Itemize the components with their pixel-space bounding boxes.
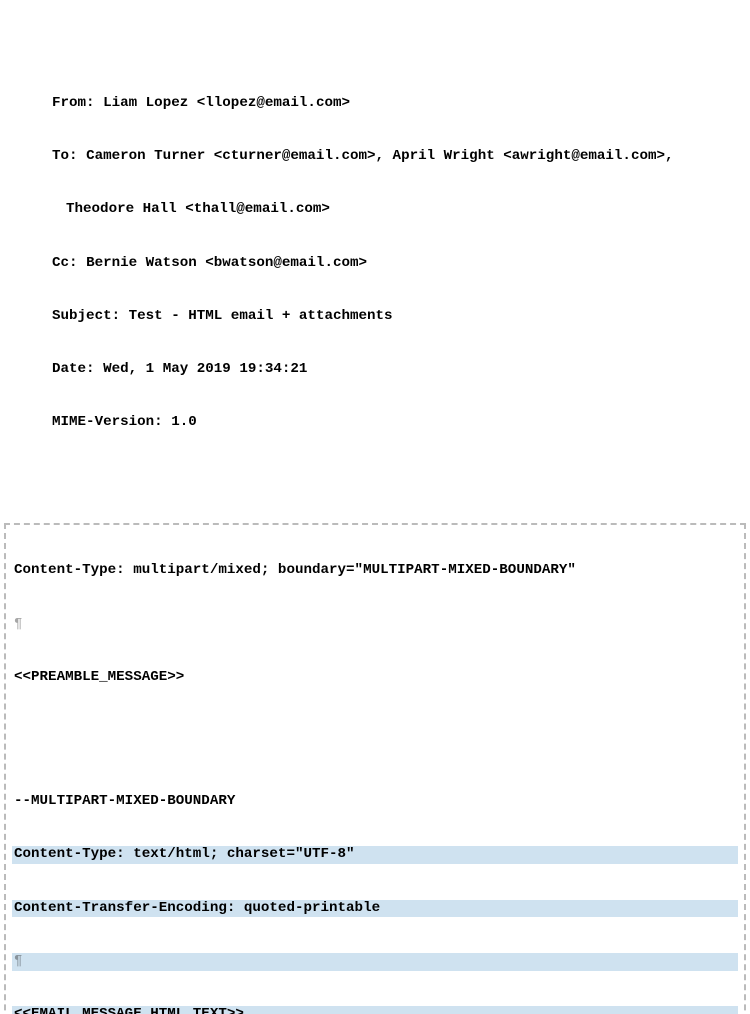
- header-subject: Subject: Test - HTML email + attachments: [28, 308, 738, 326]
- boundary-marker: --MULTIPART-MIXED-BOUNDARY: [12, 793, 738, 811]
- header-mime-version: MIME-Version: 1.0: [28, 414, 738, 432]
- blank-line: [12, 722, 738, 740]
- pilcrow-marker: ¶: [12, 953, 738, 971]
- email-header-block: From: Liam Lopez <llopez@email.com> To: …: [4, 59, 746, 467]
- header-date: Date: Wed, 1 May 2019 19:34:21: [28, 361, 738, 379]
- header-to-line2: Theodore Hall <thall@email.com>: [28, 201, 738, 219]
- header-cc: Cc: Bernie Watson <bwatson@email.com>: [28, 255, 738, 273]
- html-part-cte: Content-Transfer-Encoding: quoted-printa…: [12, 900, 738, 918]
- pilcrow-marker: ¶: [12, 616, 738, 634]
- header-from: From: Liam Lopez <llopez@email.com>: [28, 95, 738, 113]
- header-to-line1: To: Cameron Turner <cturner@email.com>, …: [28, 148, 738, 166]
- email-raw-source: From: Liam Lopez <llopez@email.com> To: …: [4, 6, 746, 1014]
- html-part-body-placeholder: <<EMAIL_MESSAGE_HTML_TEXT>>: [12, 1006, 738, 1014]
- html-part-content-type: Content-Type: text/html; charset="UTF-8": [12, 846, 738, 864]
- content-type-mixed: Content-Type: multipart/mixed; boundary=…: [12, 562, 738, 580]
- multipart-mixed-container: Content-Type: multipart/mixed; boundary=…: [4, 523, 746, 1014]
- preamble-placeholder: <<PREAMBLE_MESSAGE>>: [12, 669, 738, 687]
